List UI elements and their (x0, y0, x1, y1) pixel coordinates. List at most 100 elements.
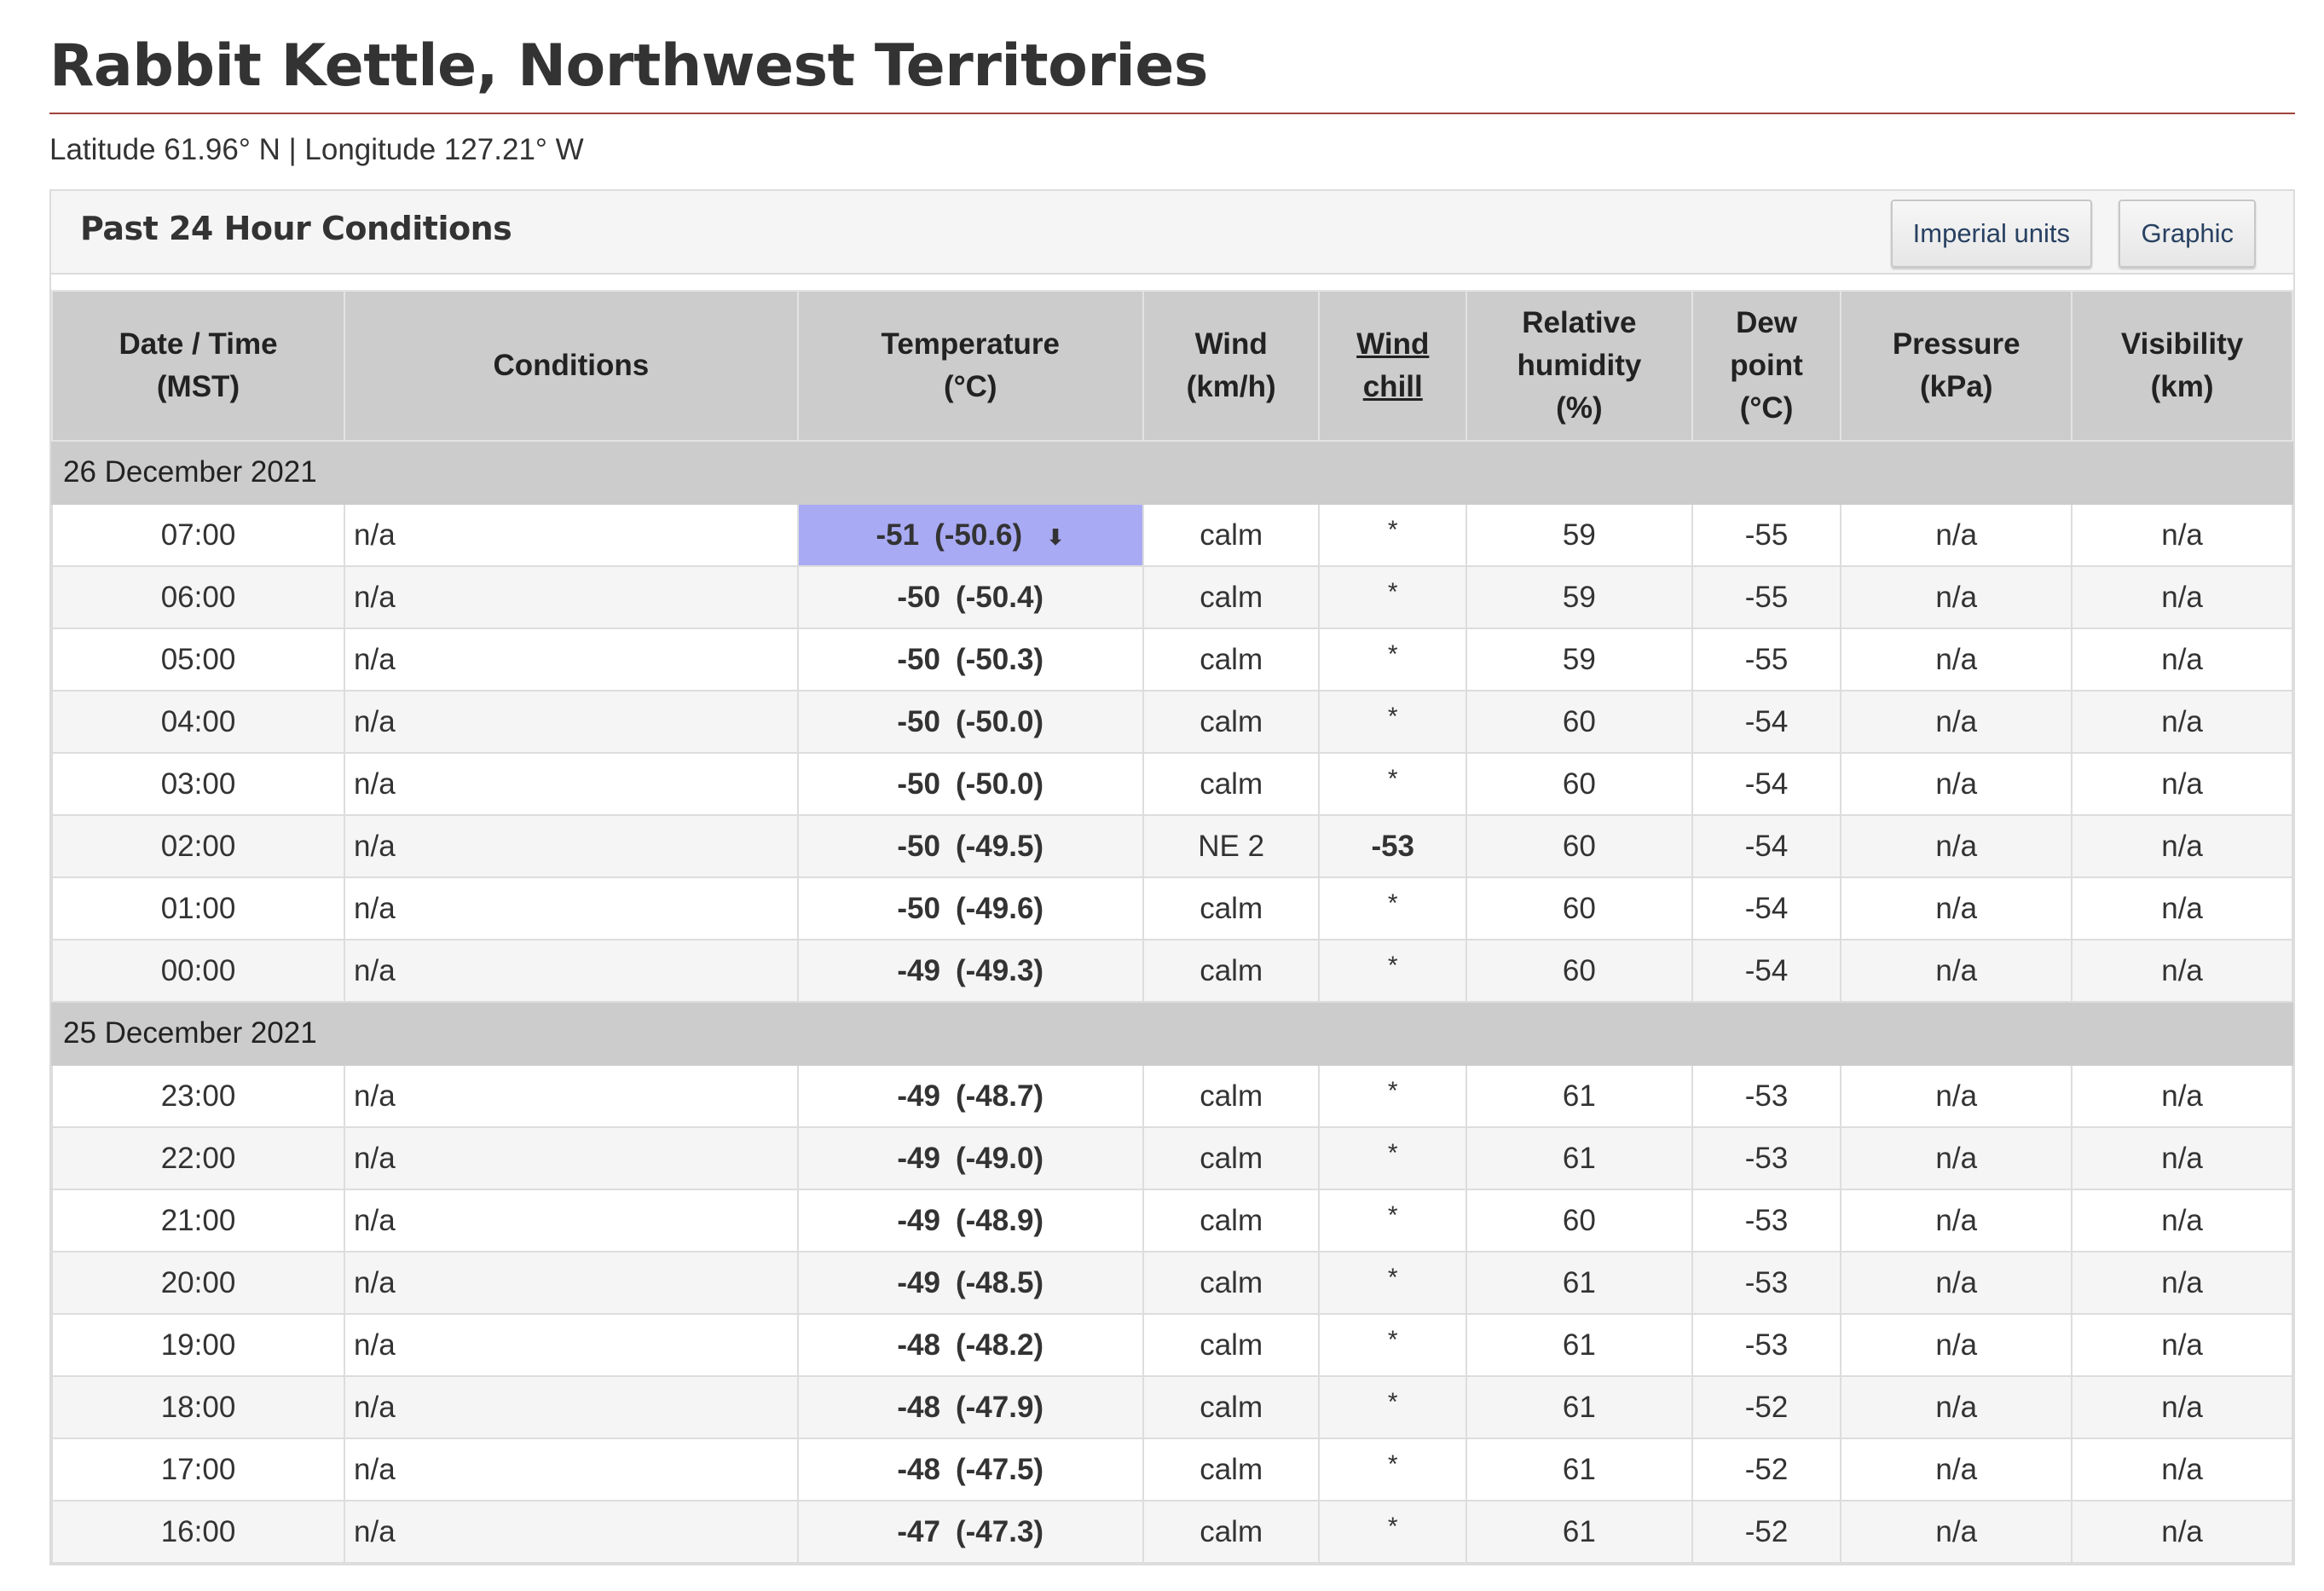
temperature-exact: (-50.4) (956, 580, 1044, 614)
temperature-rounded: -50 (897, 704, 940, 738)
cell-wind-chill: * (1318, 503, 1467, 567)
temperature-rounded: -51 (876, 518, 920, 552)
cell-pressure: n/a (1840, 690, 2073, 754)
header-wind-chill-link[interactable]: Wind chill (1318, 290, 1467, 442)
cell-humidity: 60 (1466, 690, 1693, 754)
no-value-marker: * (1387, 951, 1398, 980)
conditions-panel: Past 24 Hour Conditions Imperial units G… (49, 189, 2295, 1565)
temperature-exact: (-50.0) (956, 704, 1044, 738)
cell-wind-chill: * (1318, 1064, 1467, 1128)
table-row: 07:00 n/a -51 (-50.6) ⬇ calm * 59 -55 n/a n/a (50, 503, 2293, 567)
cell-visibility: n/a (2071, 503, 2293, 567)
cell-dew-point: -55 (1691, 628, 1842, 691)
cell-wind: calm (1142, 1251, 1321, 1315)
cell-conditions: n/a (344, 1189, 799, 1253)
table-row: 00:00 n/a -49 (-49.3) calm * 60 -54 n/a n/a (50, 939, 2293, 1003)
no-value-marker: * (1387, 1263, 1398, 1292)
cell-temperature: -50 (-50.4) (796, 565, 1144, 629)
temperature-rounded: -48 (897, 1452, 940, 1486)
cell-dew-point: -52 (1691, 1375, 1842, 1439)
cell-time: 03:00 (50, 752, 346, 816)
cell-visibility: n/a (2071, 690, 2293, 754)
header-datetime: Date / Time (MST) (50, 290, 346, 442)
table-row: 03:00 n/a -50 (-50.0) calm * 60 -54 n/a n/a (50, 752, 2293, 816)
date-group-row: 25 December 2021 (51, 1001, 2293, 1066)
temperature-rounded: -49 (897, 1203, 940, 1237)
cell-pressure: n/a (1840, 752, 2073, 816)
cell-conditions: n/a (344, 1064, 799, 1128)
cell-time: 16:00 (50, 1500, 346, 1564)
cell-pressure: n/a (1840, 1500, 2073, 1564)
cell-time: 07:00 (50, 503, 346, 567)
cell-wind-chill: * (1318, 1375, 1467, 1439)
cell-wind-chill: * (1318, 1500, 1467, 1564)
cell-time: 18:00 (50, 1375, 346, 1439)
cell-wind-chill: * (1318, 876, 1467, 940)
date-group-label: 25 December 2021 (51, 1001, 2293, 1066)
location-coordinates: Latitude 61.96° N | Longitude 127.21° W (49, 133, 584, 166)
cell-pressure: n/a (1840, 1375, 2073, 1439)
no-value-marker: * (1387, 577, 1398, 606)
cell-humidity: 59 (1466, 503, 1693, 567)
cell-time: 22:00 (50, 1126, 346, 1190)
cell-humidity: 61 (1466, 1064, 1693, 1128)
cell-humidity: 59 (1466, 565, 1693, 629)
header-dew-point: Dew point (°C) (1691, 290, 1842, 442)
imperial-units-button[interactable]: Imperial units (1890, 200, 2092, 268)
temperature-exact: (-48.7) (956, 1079, 1044, 1113)
cell-humidity: 61 (1466, 1438, 1693, 1501)
table-row: 23:00 n/a -49 (-48.7) calm * 61 -53 n/a n/a (50, 1064, 2293, 1128)
cell-wind: calm (1142, 939, 1321, 1003)
cell-wind-chill: * (1318, 939, 1467, 1003)
cell-temperature: -49 (-48.7) (796, 1064, 1144, 1128)
temperature-exact: (-49.3) (956, 953, 1044, 987)
temperature-exact: (-47.5) (956, 1452, 1044, 1486)
table-row: 18:00 n/a -48 (-47.9) calm * 61 -52 n/a n/a (50, 1375, 2293, 1439)
temperature-rounded: -49 (897, 1265, 940, 1299)
temperature-exact: (-50.6) (934, 518, 1023, 552)
header-visibility: Visibility (km) (2071, 290, 2293, 442)
table-row: 04:00 n/a -50 (-50.0) calm * 60 -54 n/a n/a (50, 690, 2293, 754)
no-value-marker: * (1387, 1325, 1398, 1354)
cell-wind: calm (1142, 690, 1321, 754)
cell-wind-chill: * (1318, 752, 1467, 816)
cell-conditions: n/a (344, 565, 799, 629)
temperature-rounded: -50 (897, 829, 940, 863)
cell-humidity: 60 (1466, 814, 1693, 878)
temperature-exact: (-49.0) (956, 1141, 1044, 1175)
cell-conditions: n/a (344, 628, 799, 691)
cell-pressure: n/a (1840, 939, 2073, 1003)
cell-dew-point: -52 (1691, 1500, 1842, 1564)
no-value-marker: * (1387, 764, 1398, 793)
cell-dew-point: -53 (1691, 1313, 1842, 1377)
temperature-rounded: -50 (897, 642, 940, 676)
cell-wind-chill: * (1318, 1189, 1467, 1253)
cell-conditions: n/a (344, 690, 799, 754)
cell-visibility: n/a (2071, 1375, 2293, 1439)
cell-time: 20:00 (50, 1251, 346, 1315)
temperature-exact: (-49.5) (956, 829, 1044, 863)
cell-temperature: -48 (-48.2) (796, 1313, 1144, 1377)
cell-conditions: n/a (344, 814, 799, 878)
cell-time: 01:00 (50, 876, 346, 940)
cell-humidity: 59 (1466, 628, 1693, 691)
temperature-exact: (-49.6) (956, 891, 1044, 925)
no-value-marker: * (1387, 1076, 1398, 1105)
temperature-rounded: -50 (897, 767, 940, 801)
cell-wind: calm (1142, 1313, 1321, 1377)
temperature-exact: (-47.3) (956, 1514, 1044, 1548)
cell-pressure: n/a (1840, 1064, 2073, 1128)
cell-temperature: -50 (-49.6) (796, 876, 1144, 940)
temperature-rounded: -50 (897, 891, 940, 925)
arrow-down-icon: ⬇ (1046, 524, 1065, 550)
cell-humidity: 60 (1466, 752, 1693, 816)
cell-wind-chill: * (1318, 1313, 1467, 1377)
header-temperature: Temperature (°C) (796, 290, 1144, 442)
no-value-marker: * (1387, 702, 1398, 731)
header-humidity: Relative humidity (%) (1466, 290, 1693, 442)
cell-dew-point: -54 (1691, 814, 1842, 878)
no-value-marker: * (1387, 888, 1398, 917)
table-row: 05:00 n/a -50 (-50.3) calm * 59 -55 n/a n/a (50, 628, 2293, 691)
graphic-button[interactable]: Graphic (2119, 200, 2256, 268)
cell-pressure: n/a (1840, 1189, 2073, 1253)
